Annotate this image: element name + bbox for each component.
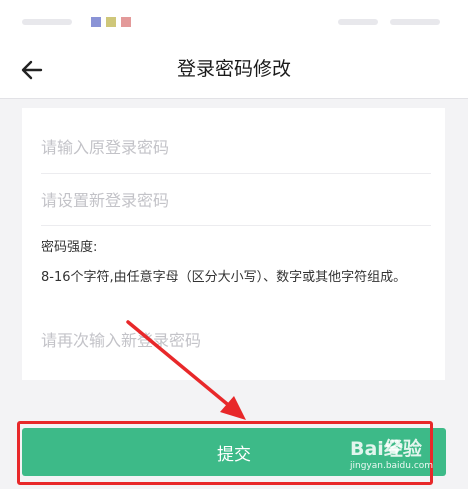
divider bbox=[41, 225, 431, 226]
status-icon bbox=[91, 17, 101, 27]
divider bbox=[41, 173, 431, 174]
status-icon bbox=[106, 17, 116, 27]
nav-bar: 登录密码修改 bbox=[0, 42, 468, 99]
arrow-left-icon bbox=[21, 60, 43, 80]
page-title: 登录密码修改 bbox=[176, 58, 291, 80]
strength-label: 密码强度: bbox=[41, 240, 98, 255]
password-form: 请输入原登录密码 请设置新登录密码 密码强度: 8-16个字符,由任意字母（区分… bbox=[22, 108, 445, 380]
old-password-input[interactable]: 请输入原登录密码 bbox=[41, 137, 431, 159]
status-bar-blur bbox=[390, 19, 440, 25]
status-bar bbox=[0, 0, 468, 42]
submit-button-label: 提交 bbox=[217, 444, 251, 465]
back-button[interactable] bbox=[14, 52, 50, 88]
status-icon bbox=[121, 17, 131, 27]
strength-description: 8-16个字符,由任意字母（区分大小写）、数字或其他字符组成。 bbox=[41, 270, 407, 285]
status-bar-blur bbox=[338, 19, 378, 25]
new-password-input[interactable]: 请设置新登录密码 bbox=[41, 190, 431, 212]
confirm-password-input[interactable]: 请再次输入新登录密码 bbox=[41, 330, 431, 352]
submit-button[interactable]: 提交 bbox=[22, 428, 446, 476]
status-bar-blur bbox=[22, 19, 72, 25]
